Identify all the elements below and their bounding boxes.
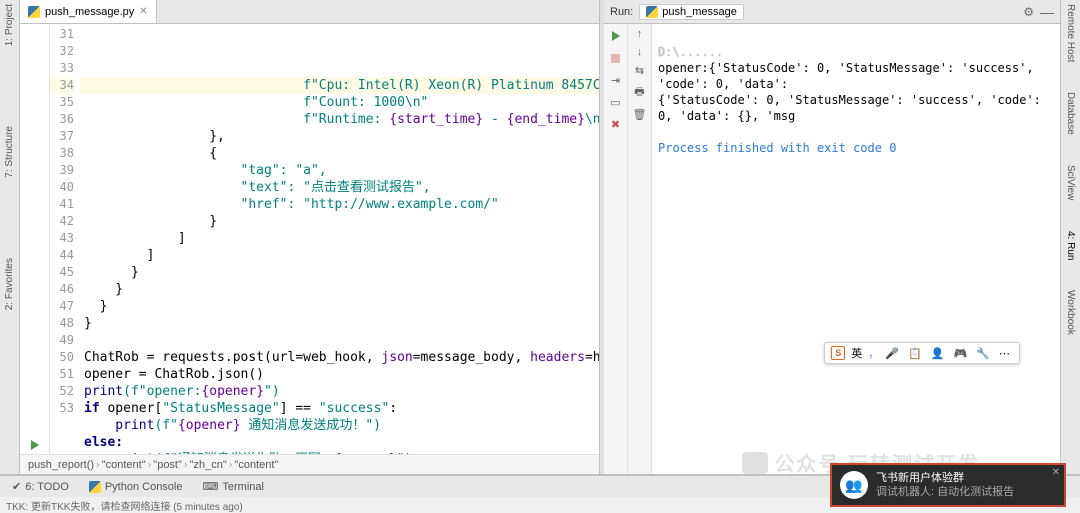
python-file-icon [89,481,101,493]
clear-icon[interactable]: 🗑 [633,108,647,121]
python-file-icon [28,6,40,18]
editor-tab[interactable]: push_message.py ✕ [20,0,157,23]
left-tool-rail: 1: Project 7: Structure 2: Favorites [0,0,20,474]
breadcrumb[interactable]: push_report() › "content" › "post" › "zh… [20,454,599,474]
workbook-tool[interactable]: Workbook [1065,290,1076,335]
editor-pane: push_message.py ✕ 3132333435363738394041… [20,0,600,474]
run-toolbar-left: ⇥ ▭ ✖ [604,24,628,474]
todo-tool[interactable]: ✔6: TODO [4,478,77,495]
print-icon[interactable]: 🖶 [634,83,644,102]
run-gutter-icon[interactable] [31,440,39,450]
notif-body: 调试机器人: 自动化测试报告 [876,485,1014,499]
run-config[interactable]: push_message [639,4,744,20]
tab-label: push_message.py [45,6,134,18]
favorites-tool[interactable]: 2: Favorites [4,258,15,310]
wechat-icon [742,452,768,474]
stop-button[interactable] [608,50,624,66]
avatar: 👥 [840,471,868,499]
editor-tab-bar: push_message.py ✕ [20,0,599,24]
layout-icon[interactable]: ▭ [608,94,624,110]
pin-icon[interactable]: ✖ [608,116,624,132]
right-tool-rail: Remote Host Database SciView 4: Run Work… [1060,0,1080,474]
line-number-gutter: 3132333435363738394041424344454647484950… [50,24,80,454]
gear-icon[interactable]: ⚙ [1023,5,1034,19]
run-tool[interactable]: 4: Run [1065,231,1076,260]
python-console-tool[interactable]: Python Console [81,479,191,495]
notif-title: 飞书新用户体验群 [876,471,1014,485]
down-icon[interactable]: ↓ [637,46,643,58]
run-tool-window: Run: push_message ⚙ — ⇥ ▭ ✖ ↑ ↓ ⇆ 🖶 [604,0,1060,474]
sciview-tool[interactable]: SciView [1065,165,1076,200]
sogou-icon: S [831,346,845,360]
close-icon[interactable]: ✕ [1052,467,1060,478]
run-output[interactable]: D:\...... opener:{'StatusCode': 0, 'Stat… [652,24,1060,474]
structure-tool[interactable]: 7: Structure [4,126,15,178]
ime-toolbar[interactable]: S 英 ， 🎤 📋 👤 🎮 🔧 ⋯ [824,342,1020,364]
terminal-tool[interactable]: ⌨Terminal [195,478,272,495]
exit-icon[interactable]: ⇥ [608,72,624,88]
editor-gutter-actions [20,24,50,454]
up-icon[interactable]: ↑ [637,28,643,40]
rerun-button[interactable] [608,28,624,44]
python-file-icon [646,6,658,18]
project-tool[interactable]: 1: Project [4,4,15,46]
run-toolbar-left2: ↑ ↓ ⇆ 🖶 🗑 [628,24,652,474]
run-header: Run: push_message ⚙ — [604,0,1060,24]
remote-host-tool[interactable]: Remote Host [1065,4,1076,62]
notification-toast[interactable]: ✕ 👥 飞书新用户体验群 调试机器人: 自动化测试报告 [830,463,1066,507]
minimize-icon[interactable]: — [1040,4,1054,20]
code-editor[interactable]: f"Cpu: Intel(R) Xeon(R) Platinum 8457C\n… [80,24,599,454]
database-tool[interactable]: Database [1065,92,1076,135]
wrap-icon[interactable]: ⇆ [635,64,644,77]
close-icon[interactable]: ✕ [139,6,147,17]
run-title: Run: [610,6,633,18]
